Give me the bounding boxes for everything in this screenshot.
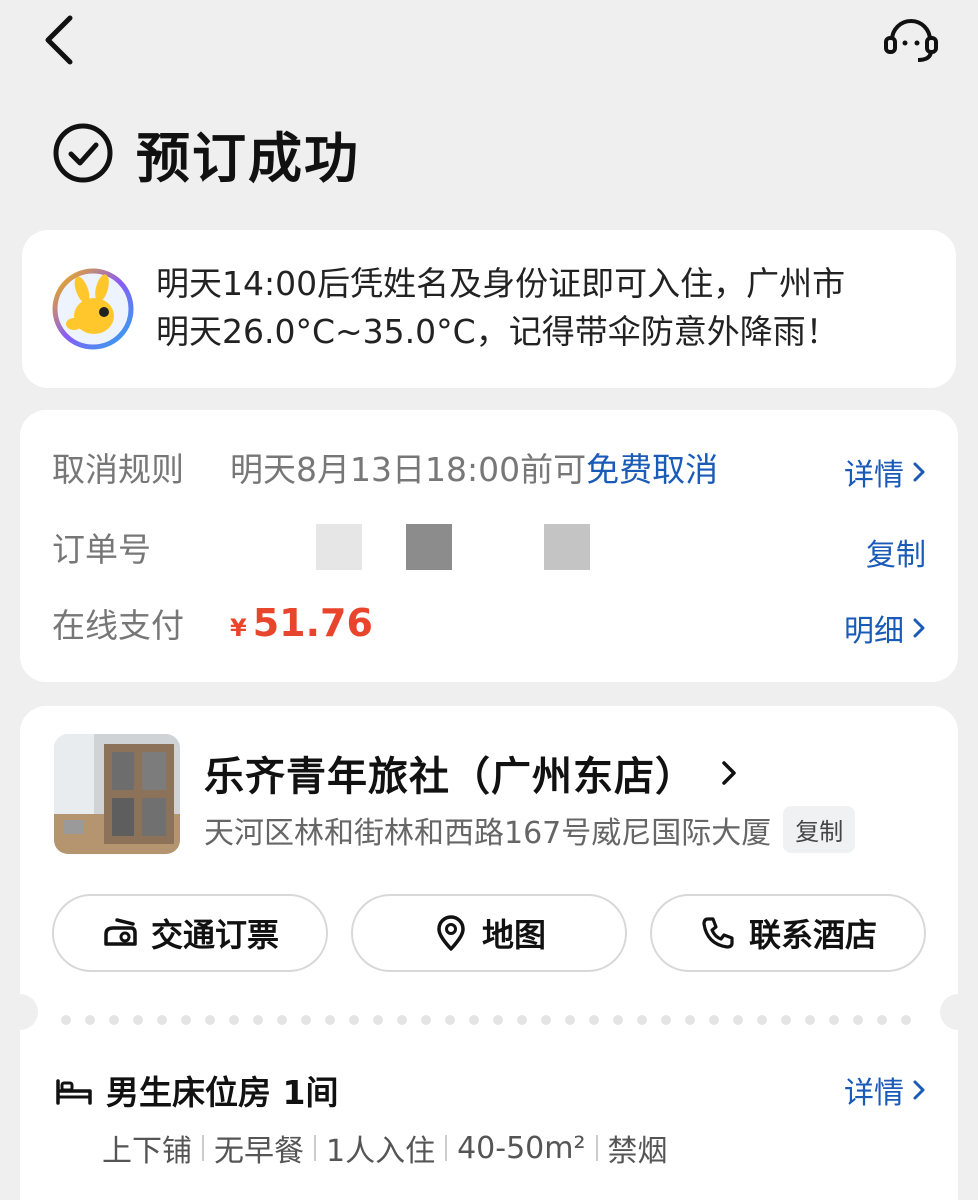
order-number-row: 订单号 复制	[52, 522, 926, 574]
map-pin-icon	[437, 915, 465, 951]
tag-separator	[202, 1135, 204, 1161]
room-tag-area: 40-50m²	[457, 1130, 586, 1166]
check-in-tip-card: 明天14:00后凭姓名及身份证即可入住，广州市 明天26.0°C~35.0°C，…	[22, 230, 956, 388]
hotel-photo[interactable]	[54, 734, 180, 854]
transport-ticket-button[interactable]: 交通订票	[52, 894, 328, 972]
tag-separator	[595, 1135, 598, 1161]
transport-button-label: 交通订票	[150, 916, 279, 954]
dotted-divider	[2, 994, 976, 1030]
cancel-deadline-text: 明天8月13日18:00前可	[230, 450, 587, 489]
copy-address-button[interactable]: 复制	[783, 806, 856, 853]
contact-hotel-button[interactable]: 联系酒店	[650, 894, 926, 972]
room-type-row: 男生床位房 1间	[54, 1066, 338, 1114]
mascot-avatar-icon	[52, 268, 134, 350]
payment-price: ¥ 51.76	[230, 601, 373, 645]
divider-notch-right	[940, 994, 976, 1030]
transport-icon	[104, 918, 137, 946]
hotel-info-card: 乐齐青年旅社（广州东店） 天河区林和街林和西路167号威尼国际大厦 复制 交通订…	[2, 706, 976, 1200]
chevron-right-icon	[913, 618, 925, 638]
room-name: 男生床位房 1间	[106, 1073, 339, 1112]
payment-detail-label: 明细	[844, 614, 904, 649]
free-cancel-text: 免费取消	[586, 450, 719, 489]
payment-detail-link[interactable]: 明细	[844, 606, 926, 650]
check-circle-icon	[53, 123, 113, 183]
order-number-label: 订单号	[52, 530, 151, 569]
hotel-address: 天河区林和街林和西路167号威尼国际大厦	[204, 815, 772, 851]
hotel-name-link[interactable]: 乐齐青年旅社（广州东店）	[204, 744, 738, 802]
phone-icon	[702, 917, 734, 949]
hotel-name: 乐齐青年旅社（广州东店）	[204, 754, 696, 800]
tip-message: 明天14:00后凭姓名及身份证即可入住，广州市 明天26.0°C~35.0°C，…	[156, 260, 946, 356]
divider-notch-left	[2, 994, 38, 1030]
tag-separator	[445, 1135, 448, 1161]
tip-line-checkin: 明天14:00后凭姓名及身份证即可入住，广州市	[156, 264, 846, 303]
back-arrow-icon[interactable]	[36, 10, 86, 70]
room-tag-breakfast: 无早餐	[214, 1134, 304, 1169]
room-tag-occupancy: 1人入住	[326, 1134, 436, 1169]
booking-status: 预订成功	[52, 118, 360, 190]
mask-block	[406, 524, 452, 570]
cancel-policy-label: 取消规则	[52, 450, 184, 489]
mask-block	[544, 524, 590, 570]
payment-label: 在线支付	[52, 606, 184, 645]
cancel-detail-label: 详情	[844, 458, 904, 493]
chevron-right-icon	[722, 761, 736, 785]
payment-row: 在线支付 ¥ 51.76 明细	[52, 598, 926, 650]
tip-line-weather: 明天26.0°C~35.0°C，记得带伞防意外降雨！	[156, 312, 839, 351]
map-button-label: 地图	[481, 916, 546, 954]
contact-button-label: 联系酒店	[748, 916, 877, 954]
room-detail-label: 详情	[844, 1076, 904, 1111]
mask-block	[316, 524, 362, 570]
room-tag-bunk: 上下铺	[102, 1134, 192, 1169]
cancel-policy-detail-link[interactable]: 详情	[844, 450, 926, 494]
bed-icon	[56, 1079, 92, 1105]
page-title: 预订成功	[136, 126, 360, 190]
order-info-card: 取消规则 明天8月13日18:00前可免费取消 详情 订单号 复制 在线支付 ¥…	[20, 410, 958, 682]
hotel-address-row: 天河区林和街林和西路167号威尼国际大厦 复制	[204, 806, 856, 853]
room-tags: 上下铺 无早餐 1人入住 40-50m² 禁烟	[102, 1126, 668, 1170]
tag-separator	[314, 1135, 316, 1161]
chevron-right-icon	[913, 1080, 925, 1100]
room-detail-link[interactable]: 详情	[844, 1068, 926, 1112]
room-tag-smoking: 禁烟	[607, 1134, 668, 1169]
divider-dots	[61, 1015, 911, 1025]
copy-order-number-button[interactable]: 复制	[866, 530, 926, 574]
customer-service-icon[interactable]	[880, 12, 942, 66]
chevron-right-icon	[913, 462, 925, 482]
cancel-policy-row: 取消规则 明天8月13日18:00前可免费取消 详情	[52, 442, 926, 494]
cancel-policy-value: 明天8月13日18:00前可免费取消	[230, 443, 718, 491]
top-bar	[0, 0, 978, 90]
map-button[interactable]: 地图	[351, 894, 627, 972]
price-amount: 51.76	[252, 601, 373, 645]
price-currency: ¥	[230, 614, 247, 642]
order-number-masked	[316, 524, 590, 570]
